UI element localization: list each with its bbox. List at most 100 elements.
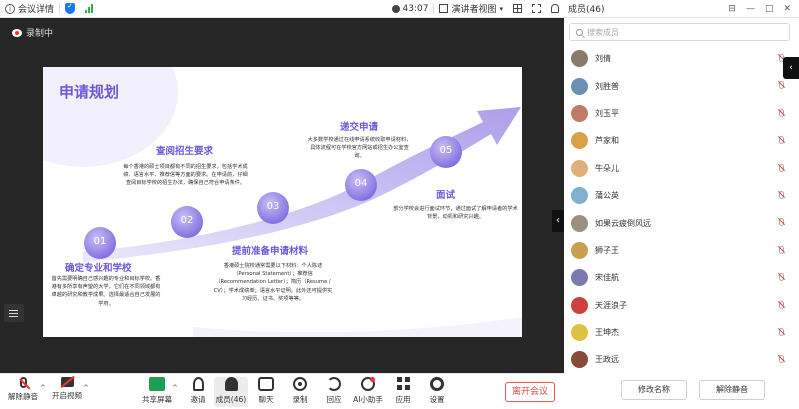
microphone-muted-icon[interactable] (779, 245, 784, 254)
list-item[interactable]: 如果云疲倒风远 (564, 209, 799, 236)
user-icon (551, 4, 559, 13)
leave-meeting-button[interactable]: 离开会议 (505, 382, 555, 402)
timer-icon (391, 4, 400, 13)
unmute-label: 解除静音 (8, 392, 38, 401)
rename-button[interactable]: 修改名称 (621, 380, 687, 400)
members-button[interactable]: 成员(46) (214, 377, 248, 407)
microphone-muted-icon[interactable] (779, 355, 784, 364)
step-number-03: 03 (266, 201, 280, 212)
list-item[interactable]: 蒲公英 (564, 182, 799, 209)
slide-list-button[interactable] (4, 304, 24, 322)
view-mode-dropdown[interactable]: 演讲者视图 ▾ (434, 0, 508, 18)
grid-button[interactable] (508, 0, 527, 18)
settings-button[interactable]: 设置 (420, 377, 454, 405)
minimize-icon[interactable]: — (746, 4, 755, 14)
unmute-member-button[interactable]: 解除静音 (699, 380, 765, 400)
decor-wave (193, 317, 522, 337)
list-item[interactable]: 芦家和 (564, 127, 799, 154)
collapse-panel-button[interactable]: ‹ (552, 210, 564, 232)
microphone-muted-icon[interactable] (779, 108, 784, 117)
mic-options-chevron-icon[interactable]: ^ (40, 384, 46, 392)
share-screen-button[interactable]: 共享屏幕 (140, 377, 174, 405)
view-mode-label: 演讲者视图 (451, 5, 497, 15)
recording-indicator: 录制中 (12, 26, 53, 39)
share-options-chevron-icon[interactable]: ^ (172, 384, 178, 392)
microphone-muted-icon[interactable] (779, 273, 784, 282)
apps-button[interactable]: 应用 (386, 377, 420, 405)
share-screen-icon (149, 377, 165, 391)
list-item[interactable]: 刘玉平 (564, 100, 799, 127)
avatar (571, 159, 588, 177)
slide-title: 申请规划 (59, 83, 120, 101)
avatar (571, 324, 588, 342)
network-status[interactable] (80, 0, 98, 18)
members-icon (224, 377, 238, 391)
list-item[interactable]: 宋佳航 (564, 264, 799, 291)
record-button[interactable]: 录制 (283, 377, 317, 405)
fullscreen-button[interactable] (527, 0, 546, 18)
reactions-button[interactable]: 回应 (317, 377, 351, 405)
ai-assistant-button[interactable]: AI小助手 (351, 377, 385, 405)
video-options-chevron-icon[interactable]: ^ (83, 384, 89, 392)
microphone-muted-icon[interactable] (779, 81, 784, 90)
camera-off-icon (60, 377, 74, 387)
meeting-app: i 会议详情 43:07 演讲者视图 ▾ (0, 0, 799, 409)
list-item[interactable]: 牛朵儿 (564, 155, 799, 182)
chat-button[interactable]: 聊天 (249, 377, 283, 405)
panel-side-tab[interactable]: ‹ (783, 57, 799, 79)
ai-assistant-label: AI小助手 (353, 395, 383, 404)
members-tab[interactable] (546, 0, 564, 18)
step-text-05: 部分学校会进行面试环节，通过面试了解申请者的学术背景、动机和研究兴趣。 (393, 206, 518, 221)
members-tab-title[interactable]: 成员(46) (568, 2, 604, 15)
microphone-muted-icon[interactable] (779, 300, 784, 309)
avatar (571, 241, 588, 259)
step-number-01: 01 (93, 236, 107, 247)
avatar (571, 50, 588, 68)
invite-button[interactable]: 邀请 (181, 377, 215, 405)
pin-icon[interactable]: ⊟ (728, 4, 736, 14)
meeting-time: 43:07 (402, 3, 429, 14)
microphone-muted-icon[interactable] (779, 218, 784, 227)
invite-label: 邀请 (190, 395, 206, 404)
list-item[interactable]: 天涯浪子 (564, 292, 799, 319)
info-icon: i (5, 3, 15, 14)
meeting-details-button[interactable]: i 会议详情 (0, 0, 59, 18)
security-button[interactable] (60, 0, 80, 18)
step-text-04: 大多数学校通过在线申请系统收取申请材料，具体流程可在学校官方网站或招生办公室查询… (307, 137, 412, 160)
microphone-muted-icon[interactable] (779, 136, 784, 145)
maximize-icon[interactable]: □ (765, 4, 774, 14)
list-item[interactable]: 王政远 (564, 346, 799, 373)
avatar (571, 187, 588, 205)
step-number-02: 02 (180, 215, 194, 226)
microphone-muted-icon[interactable] (779, 190, 784, 199)
close-icon[interactable]: ✕ (783, 4, 791, 14)
list-item[interactable]: 刘胜普 (564, 72, 799, 99)
list-item[interactable]: 狮子王 (564, 237, 799, 264)
chat-label: 聊天 (258, 395, 274, 404)
microphone-muted-icon[interactable] (779, 163, 784, 172)
step-number-04: 04 (354, 178, 368, 189)
invite-icon (192, 377, 204, 391)
shared-screen-area: 录制中 申请规划 01 02 03 04 05 确定专业和学校 首先需要明确自己… (0, 18, 564, 373)
member-search-input[interactable]: 搜索成员 (569, 23, 790, 41)
member-name: 王政远 (595, 355, 619, 365)
bottom-toolbar: 解除静音 ^ 开启视频 ^ 共享屏幕 ^ 邀请 成员(46) 聊天 录制 回应 … (0, 373, 564, 409)
microphone-muted-icon[interactable] (779, 327, 784, 336)
member-list: 刘倩 刘胜普 刘玉平 芦家和 牛朵儿 蒲公英 如果云疲倒风远 狮子王 宋佳航 天… (564, 45, 799, 374)
step-number-05: 05 (439, 145, 453, 156)
top-bar: i 会议详情 43:07 演讲者视图 ▾ (0, 0, 564, 18)
member-name: 如果云疲倒风远 (595, 218, 651, 228)
member-name: 宋佳航 (595, 273, 619, 283)
grid-icon (513, 4, 522, 13)
list-item[interactable]: 王坤杰 (564, 319, 799, 346)
member-name: 狮子王 (595, 245, 619, 255)
list-item[interactable]: 刘倩 (564, 45, 799, 72)
unmute-button[interactable]: 解除静音 (6, 377, 40, 402)
start-video-button[interactable]: 开启视频 (50, 377, 84, 401)
search-icon (576, 28, 583, 36)
step-heading-01: 确定专业和学校 (65, 263, 132, 274)
members-label: 成员(46) (215, 395, 247, 404)
settings-label: 设置 (429, 395, 445, 404)
chevron-left-icon: ‹ (556, 215, 560, 226)
avatar (571, 296, 588, 314)
